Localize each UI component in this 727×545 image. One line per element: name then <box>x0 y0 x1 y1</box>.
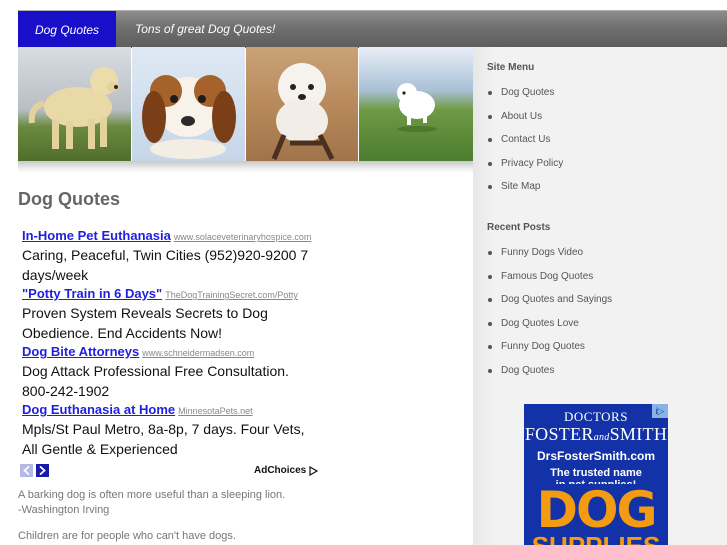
site-menu-item[interactable]: Privacy Policy <box>487 158 563 182</box>
text-ad-title-link[interactable]: Dog Bite Attorneys <box>22 344 139 359</box>
ad-info-icon[interactable]: i▷ <box>652 404 668 418</box>
text-ad-headline: In-Home Pet Euthanasia www.solaceveterina… <box>22 227 318 246</box>
site-menu-link-about-us[interactable]: About Us <box>501 111 542 122</box>
site-menu-item[interactable]: Contact Us <box>487 134 563 158</box>
chevron-right-icon <box>39 466 46 475</box>
text-ad-title-link[interactable]: "Potty Train in 6 Days" <box>22 286 162 301</box>
text-ad: Dog Bite Attorneys www.schneidermadsen.co… <box>22 343 318 401</box>
recent-post-item[interactable]: Dog Quotes <box>487 365 612 389</box>
recent-post-item[interactable]: Dog Quotes Love <box>487 318 612 342</box>
banner-shadow <box>18 161 473 173</box>
recent-post-item[interactable]: Funny Dog Quotes <box>487 341 612 365</box>
text-ad-headline: Dog Euthanasia at Home MinnesotaPets.net <box>22 401 318 420</box>
text-ad-title-link[interactable]: Dog Euthanasia at Home <box>22 402 175 417</box>
site-menu-item[interactable]: Site Map <box>487 181 563 205</box>
chevron-left-icon <box>23 466 30 475</box>
ad-brand-smith: SMITH <box>609 424 668 444</box>
text-ad-title-link[interactable]: In-Home Pet Euthanasia <box>22 228 171 243</box>
banner-photo-running-dog <box>359 47 473 161</box>
adchoices-icon <box>309 465 319 476</box>
recent-post-link[interactable]: Dog Quotes <box>501 365 554 376</box>
text-ad-headline: "Potty Train in 6 Days" TheDogTrainingSec… <box>22 285 318 304</box>
ad-prev-button[interactable] <box>20 464 33 477</box>
ad-brand-line2: FOSTERandSMITH <box>524 425 668 447</box>
text-ad-headline: Dog Bite Attorneys www.schneidermadsen.co… <box>22 343 318 362</box>
banner-photo-labrador <box>18 47 131 161</box>
page-title: Dog Quotes <box>18 189 120 209</box>
site-menu-item[interactable]: Dog Quotes <box>487 87 563 111</box>
site-menu-link-site-map[interactable]: Site Map <box>501 181 540 192</box>
banner-photo-westie-puppy <box>245 47 359 161</box>
ad-navigation <box>20 464 49 477</box>
site-menu-link-privacy-policy[interactable]: Privacy Policy <box>501 158 563 169</box>
quote-text: Children are for people who can't have d… <box>18 530 236 542</box>
recent-post-link[interactable]: Dog Quotes and Sayings <box>501 294 612 305</box>
site-header: Dog Quotes Tons of great Dog Quotes! <box>18 10 727 48</box>
ad-site: DrsFosterSmith.com <box>536 449 656 463</box>
recent-posts-list: Funny Dogs Video Famous Dog Quotes Dog Q… <box>487 247 612 388</box>
recent-post-link[interactable]: Funny Dogs Video <box>501 247 583 258</box>
header-banner <box>18 47 473 161</box>
site-menu-list: Dog Quotes About Us Contact Us Privacy P… <box>487 87 563 205</box>
recent-post-link[interactable]: Dog Quotes Love <box>501 318 579 329</box>
text-ads-block: In-Home Pet Euthanasia www.solaceveterina… <box>22 227 318 459</box>
ad-next-button[interactable] <box>36 464 49 477</box>
recent-post-item[interactable]: Famous Dog Quotes <box>487 271 612 295</box>
ad-brand-line1: DOCTORS <box>564 409 628 424</box>
ad-brand-and: and <box>593 432 610 443</box>
text-ad: "Potty Train in 6 Days" TheDogTrainingSec… <box>22 285 318 343</box>
text-ad-description: Mpls/St Paul Metro, 8a-8p, 7 days. Four … <box>22 421 305 457</box>
site-menu-item[interactable]: About Us <box>487 111 563 135</box>
adchoices-label: AdChoices <box>254 465 307 476</box>
text-ad-url-link[interactable]: TheDogTrainingSecret.com/Potty <box>165 290 298 300</box>
ad-brand-foster: FOSTER <box>524 424 594 444</box>
recent-posts-heading: Recent Posts <box>487 222 551 233</box>
text-ad-url-link[interactable]: www.solaceveterinaryhospice.com <box>174 232 312 242</box>
site-menu-link-contact-us[interactable]: Contact Us <box>501 134 550 145</box>
text-ad-description: Caring, Peaceful, Twin Cities (952)920-9… <box>22 247 309 283</box>
text-ad-url-link[interactable]: www.schneidermadsen.com <box>142 348 254 358</box>
recent-post-link[interactable]: Famous Dog Quotes <box>501 271 593 282</box>
recent-post-link[interactable]: Funny Dog Quotes <box>501 341 585 352</box>
page: Dog Quotes Tons of great Dog Quotes! Sit… <box>0 0 727 545</box>
text-ad-description: Proven System Reveals Secrets to Dog Obe… <box>22 305 268 341</box>
site-menu-heading: Site Menu <box>487 62 535 73</box>
adchoices-link[interactable]: AdChoices <box>254 465 319 476</box>
quote-text: A barking dog is often more useful than … <box>18 489 286 501</box>
quote-author: -Washington Irving <box>18 504 110 516</box>
site-title-link[interactable]: Dog Quotes <box>18 11 116 48</box>
text-ad: In-Home Pet Euthanasia www.solaceveterina… <box>22 227 318 285</box>
text-ad: Dog Euthanasia at Home MinnesotaPets.net … <box>22 401 318 459</box>
site-tagline: Tons of great Dog Quotes! <box>135 22 276 36</box>
recent-post-item[interactable]: Funny Dogs Video <box>487 247 612 271</box>
recent-post-item[interactable]: Dog Quotes and Sayings <box>487 294 612 318</box>
text-ad-url-link[interactable]: MinnesotaPets.net <box>178 406 253 416</box>
text-ad-description: Dog Attack Professional Free Consultatio… <box>22 363 289 399</box>
ad-message-line1: The trusted name <box>550 467 642 479</box>
site-menu-link-dog-quotes[interactable]: Dog Quotes <box>501 87 554 98</box>
sidebar-banner-ad[interactable]: i▷ DOCTORS FOSTERandSMITH DrsFosterSmith… <box>524 404 668 545</box>
ad-big-text2: SUPPLIES <box>524 533 668 545</box>
banner-photo-beagle-puppy <box>131 47 245 161</box>
